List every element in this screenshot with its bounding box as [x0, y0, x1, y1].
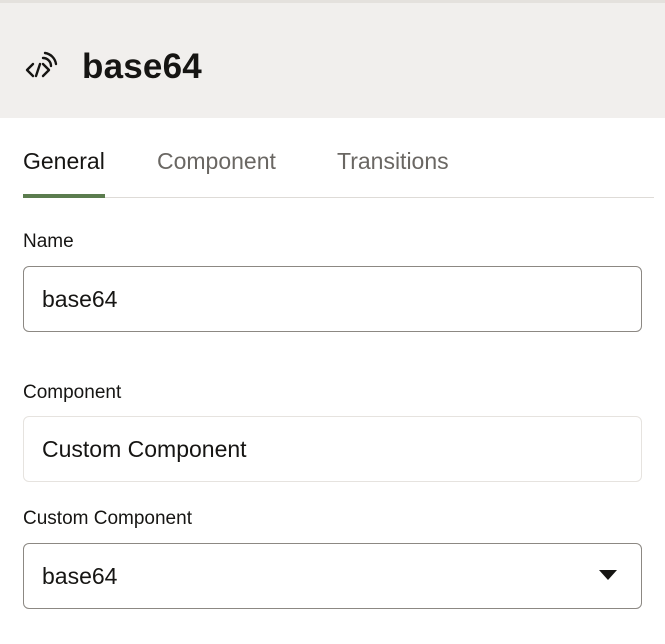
tab-component[interactable]: Component — [157, 132, 276, 197]
custom-component-icon — [24, 51, 58, 85]
name-input[interactable] — [23, 266, 642, 332]
properties-panel: base64 General Component Transitions Nam… — [0, 0, 665, 644]
panel-header: base64 — [0, 0, 665, 118]
custom-component-label: Custom Component — [23, 508, 192, 529]
custom-component-selected-value: base64 — [42, 563, 118, 589]
tab-transitions[interactable]: Transitions — [337, 132, 449, 197]
page-title: base64 — [82, 47, 202, 86]
tab-bar: General Component Transitions — [23, 132, 654, 198]
component-label: Component — [23, 382, 122, 403]
component-value: Custom Component — [23, 416, 642, 482]
chevron-down-icon[interactable] — [599, 570, 617, 580]
custom-component-select[interactable]: base64 — [23, 543, 642, 609]
name-label: Name — [23, 231, 74, 252]
tab-general[interactable]: General — [23, 132, 105, 198]
